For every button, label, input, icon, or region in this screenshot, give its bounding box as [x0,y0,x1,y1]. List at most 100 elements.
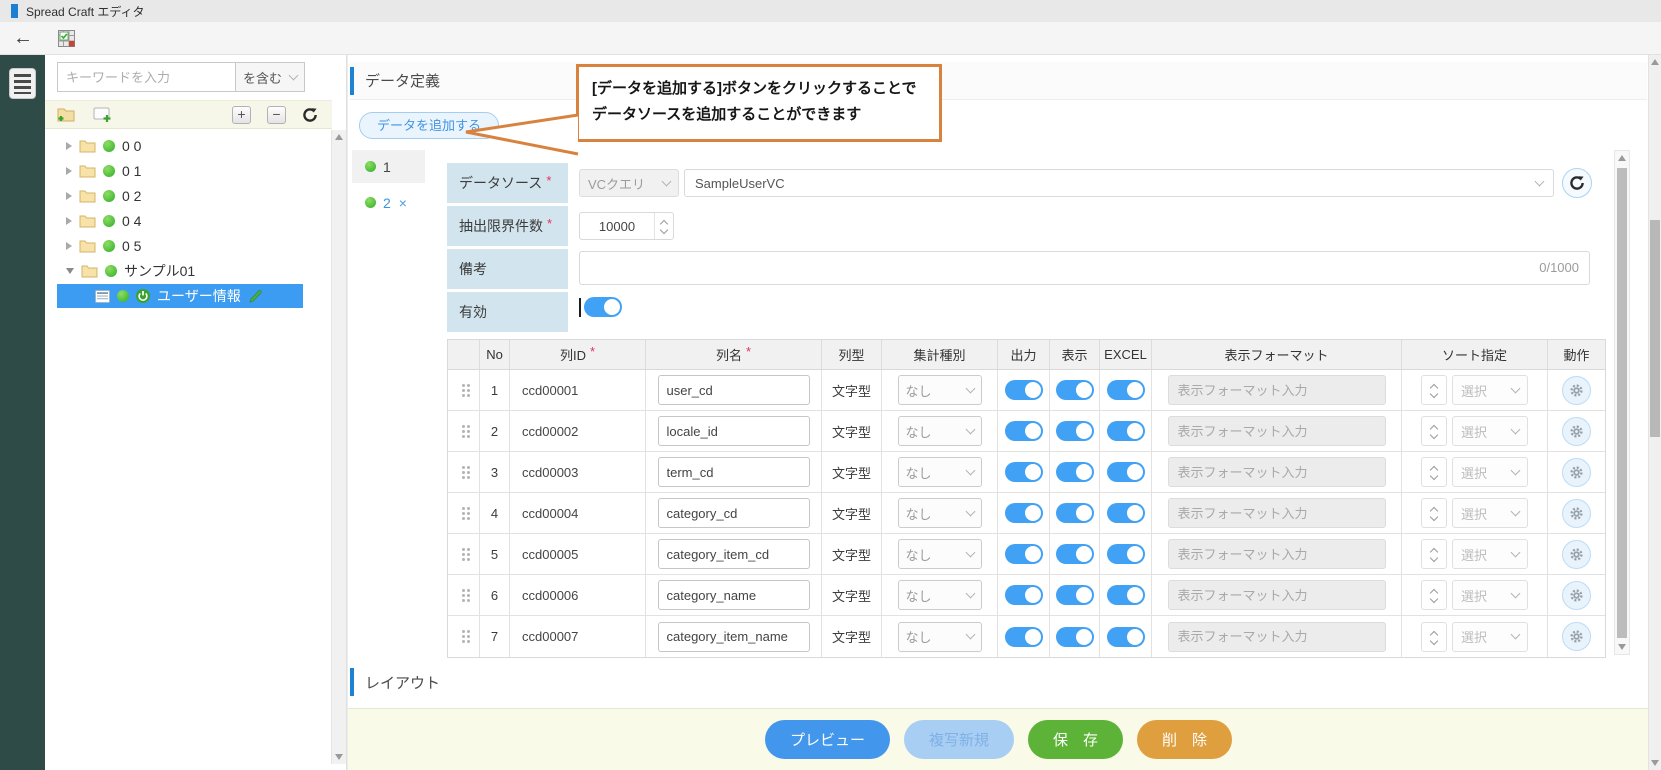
excel-toggle[interactable] [1107,627,1145,647]
tree-item[interactable]: 0 4 [45,209,332,233]
column-name-input[interactable] [658,416,810,446]
settings-gear-button[interactable] [1562,499,1591,528]
datasource-tab-1[interactable]: 1 [352,150,425,183]
column-name-input[interactable] [658,457,810,487]
output-toggle[interactable] [1005,544,1043,564]
limit-count-field[interactable] [579,212,674,240]
spinner-down-icon[interactable] [660,226,668,234]
format-input[interactable] [1168,539,1386,569]
excel-toggle[interactable] [1107,462,1145,482]
expand-arrow-icon[interactable] [66,167,72,175]
format-input[interactable] [1168,416,1386,446]
back-icon[interactable]: ← [13,28,33,48]
settings-gear-button[interactable] [1562,581,1591,610]
sort-order-spinner[interactable] [1421,375,1447,405]
drag-handle[interactable] [448,370,480,411]
sort-order-spinner[interactable] [1421,498,1447,528]
column-name-input[interactable] [658,580,810,610]
format-input[interactable] [1168,375,1386,405]
tree-item-expanded[interactable]: サンプル01 [45,259,332,283]
excel-toggle[interactable] [1107,421,1145,441]
tree-item-selected[interactable]: ユーザー情報 [57,284,303,308]
settings-gear-button[interactable] [1562,458,1591,487]
format-input[interactable] [1168,498,1386,528]
output-toggle[interactable] [1005,627,1043,647]
delete-button[interactable]: 削 除 [1137,720,1232,759]
datasource-refresh-button[interactable] [1562,168,1592,198]
settings-gear-button[interactable] [1562,417,1591,446]
sidebar-scrollbar[interactable] [331,130,346,764]
sort-select[interactable]: 選択 [1452,539,1528,569]
drag-handle[interactable] [448,575,480,616]
scroll-down-icon[interactable] [1618,644,1626,650]
drag-handle[interactable] [448,616,480,657]
aggregation-select[interactable]: なし [898,622,982,652]
sort-select[interactable]: 選択 [1452,580,1528,610]
sort-select[interactable]: 選択 [1452,622,1528,652]
expand-arrow-icon[interactable] [66,242,72,250]
display-toggle[interactable] [1056,503,1094,523]
page-scrollbar[interactable] [1648,55,1661,770]
output-toggle[interactable] [1005,421,1043,441]
scrollbar-thumb[interactable] [1650,220,1660,437]
collapse-all-button[interactable]: − [267,106,286,124]
display-toggle[interactable] [1056,462,1094,482]
search-input[interactable] [57,62,235,92]
expand-all-button[interactable]: + [232,106,251,124]
aggregation-select[interactable]: なし [898,498,982,528]
aggregation-select[interactable]: なし [898,539,982,569]
datasource-type-select[interactable]: VCクエリ [579,169,679,197]
display-toggle[interactable] [1056,585,1094,605]
sort-select[interactable]: 選択 [1452,375,1528,405]
spreadsheet-icon[interactable] [58,30,75,47]
scroll-up-icon[interactable] [335,134,343,140]
enabled-toggle[interactable] [584,297,622,317]
datasource-value-combobox[interactable]: SampleUserVC [684,169,1554,197]
scroll-up-icon[interactable] [1618,155,1626,161]
output-toggle[interactable] [1005,462,1043,482]
scroll-down-icon[interactable] [335,754,343,760]
settings-gear-button[interactable] [1562,622,1591,651]
settings-gear-button[interactable] [1562,540,1591,569]
column-name-input[interactable] [658,622,810,652]
remarks-input[interactable] [579,251,1590,285]
excel-toggle[interactable] [1107,544,1145,564]
aggregation-select[interactable]: なし [898,457,982,487]
sort-order-spinner[interactable] [1421,539,1447,569]
collapse-arrow-icon[interactable] [66,268,74,274]
panel-scrollbar[interactable] [1614,150,1630,655]
column-name-input[interactable] [658,375,810,405]
sort-order-spinner[interactable] [1421,622,1447,652]
excel-toggle[interactable] [1107,503,1145,523]
expand-arrow-icon[interactable] [66,217,72,225]
output-toggle[interactable] [1005,380,1043,400]
aggregation-select[interactable]: なし [898,580,982,610]
aggregation-select[interactable]: なし [898,416,982,446]
format-input[interactable] [1168,580,1386,610]
add-folder-icon[interactable] [57,106,76,123]
output-toggle[interactable] [1005,585,1043,605]
display-toggle[interactable] [1056,544,1094,564]
excel-toggle[interactable] [1107,585,1145,605]
display-toggle[interactable] [1056,627,1094,647]
tree-item[interactable]: 0 5 [45,234,332,258]
display-toggle[interactable] [1056,421,1094,441]
tree-refresh-icon[interactable] [302,107,318,123]
drag-handle[interactable] [448,534,480,575]
add-item-icon[interactable] [93,106,113,123]
tree-item[interactable]: 0 2 [45,184,332,208]
drag-handle[interactable] [448,493,480,534]
drag-handle[interactable] [448,411,480,452]
scroll-down-icon[interactable] [1651,760,1659,766]
aggregation-select[interactable]: なし [898,375,982,405]
number-spinner[interactable] [654,213,673,239]
sort-select[interactable]: 選択 [1452,416,1528,446]
settings-gear-button[interactable] [1562,376,1591,405]
format-input[interactable] [1168,622,1386,652]
tab-close-icon[interactable]: × [399,195,407,211]
save-button[interactable]: 保 存 [1028,720,1123,759]
sort-order-spinner[interactable] [1421,416,1447,446]
tree-item[interactable]: 0 1 [45,159,332,183]
sort-select[interactable]: 選択 [1452,498,1528,528]
sort-order-spinner[interactable] [1421,580,1447,610]
